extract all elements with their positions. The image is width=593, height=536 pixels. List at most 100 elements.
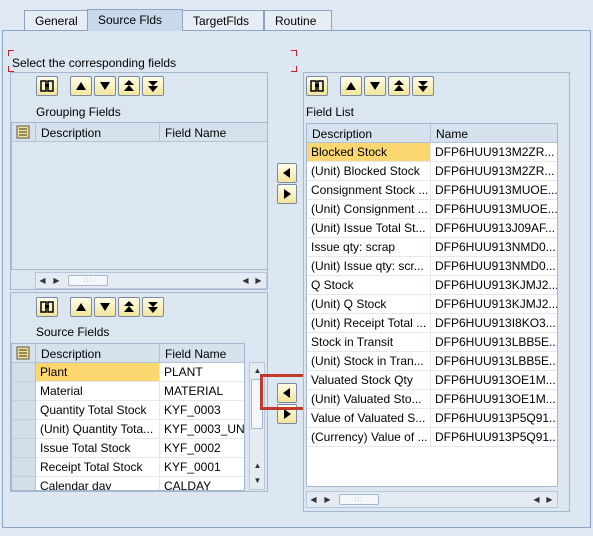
grouping-fields-grid: Description Field Name xyxy=(11,122,268,270)
grouping-col-field-name[interactable]: Field Name xyxy=(160,123,267,142)
table-row[interactable]: Stock in Transit DFP6HUU913LBB5E... xyxy=(307,333,557,352)
down-arrow-icon xyxy=(100,303,110,311)
row-selector[interactable] xyxy=(12,401,36,420)
source-col-description[interactable]: Description xyxy=(36,344,160,363)
table-row[interactable]: Blocked Stock DFP6HUU913M2ZR... xyxy=(307,143,557,162)
table-row[interactable]: Q Stock DFP6HUU913KJMJ2... xyxy=(307,276,557,295)
table-row[interactable]: Material MATERIAL xyxy=(12,382,244,401)
source-field-name: KYF_0003_UNI xyxy=(160,420,244,439)
table-row[interactable]: (Unit) Receipt Total ... DFP6HUU913I8KO3.… xyxy=(307,314,557,333)
scroll-left-icon[interactable]: ◀ xyxy=(307,493,320,506)
table-row[interactable]: (Unit) Valuated Sto... DFP6HUU913OE1M... xyxy=(307,390,557,409)
fieldlist-name: DFP6HUU913LBB5E... xyxy=(431,352,557,371)
find-button[interactable] xyxy=(36,297,58,317)
tab-routine[interactable]: Routine xyxy=(264,10,332,31)
row-selector[interactable] xyxy=(12,458,36,477)
last-page-button[interactable] xyxy=(142,76,164,96)
scroll-right-icon[interactable]: ▶ xyxy=(50,274,63,287)
row-selector[interactable] xyxy=(12,420,36,439)
fieldlist-description: Issue qty: scrap xyxy=(307,238,431,257)
fieldlist-name: DFP6HUU913P5Q91... xyxy=(431,428,557,447)
table-row[interactable]: Issue Total Stock KYF_0002 xyxy=(12,439,244,458)
scroll-thumb[interactable]: ::: xyxy=(339,494,379,505)
table-row[interactable]: (Unit) Issue qty: scr... DFP6HUU913NMD0..… xyxy=(307,257,557,276)
next-page-button[interactable] xyxy=(118,297,140,317)
fieldlist-col-name[interactable]: Name xyxy=(431,124,557,143)
last-page-button[interactable] xyxy=(142,297,164,317)
table-row[interactable]: (Unit) Q Stock DFP6HUU913KJMJ2... xyxy=(307,295,557,314)
table-row[interactable]: Valuated Stock Qty DFP6HUU913OE1M... xyxy=(307,371,557,390)
scroll-left-icon[interactable]: ◀ xyxy=(36,274,49,287)
move-right-button[interactable] xyxy=(277,184,297,204)
fieldlist-description: Stock in Transit xyxy=(307,333,431,352)
previous-page-button[interactable] xyxy=(94,76,116,96)
grouping-select-all[interactable] xyxy=(12,123,36,142)
scroll-right-icon[interactable]: ▶ xyxy=(252,274,265,287)
scroll-left-icon[interactable]: ◀ xyxy=(239,274,252,287)
table-row[interactable]: Calendar day CALDAY xyxy=(12,477,244,490)
fieldlist-description: (Unit) Issue Total St... xyxy=(307,219,431,238)
table-row[interactable]: Issue qty: scrap DFP6HUU913NMD0... xyxy=(307,238,557,257)
find-icon xyxy=(40,80,54,92)
first-page-button[interactable] xyxy=(70,76,92,96)
scroll-up-icon[interactable]: ▲ xyxy=(251,459,264,472)
tab-source-flds[interactable]: Source Flds xyxy=(87,9,183,31)
select-all-icon xyxy=(16,346,30,360)
source-description: Issue Total Stock xyxy=(36,439,160,458)
table-row[interactable]: Value of Valuated S... DFP6HUU913P5Q91... xyxy=(307,409,557,428)
scroll-left-icon[interactable]: ◀ xyxy=(530,493,543,506)
next-page-button[interactable] xyxy=(118,76,140,96)
table-row[interactable]: (Unit) Consignment ... DFP6HUU913MUOE... xyxy=(307,200,557,219)
find-button[interactable] xyxy=(36,76,58,96)
table-row[interactable]: (Unit) Stock in Tran... DFP6HUU913LBB5E..… xyxy=(307,352,557,371)
last-page-button[interactable] xyxy=(412,76,434,96)
fieldlist-horizontal-scrollbar[interactable]: ◀ ▶ ::: ◀ ▶ xyxy=(306,491,558,508)
fieldlist-description: (Unit) Q Stock xyxy=(307,295,431,314)
row-selector[interactable] xyxy=(12,477,36,490)
find-button[interactable] xyxy=(306,76,328,96)
scroll-down-icon[interactable]: ▼ xyxy=(251,474,264,487)
double-up-icon xyxy=(124,80,134,91)
table-row[interactable]: (Unit) Issue Total St... DFP6HUU913J09AF.… xyxy=(307,219,557,238)
first-page-button[interactable] xyxy=(70,297,92,317)
previous-page-button[interactable] xyxy=(364,76,386,96)
source-select-all[interactable] xyxy=(12,344,36,363)
move-left-button[interactable] xyxy=(277,163,297,183)
source-fields-title: Source Fields xyxy=(36,325,110,339)
fieldlist-description: (Unit) Stock in Tran... xyxy=(307,352,431,371)
fieldlist-description: (Unit) Consignment ... xyxy=(307,200,431,219)
scroll-right-icon[interactable]: ▶ xyxy=(543,493,556,506)
first-page-button[interactable] xyxy=(340,76,362,96)
scroll-thumb[interactable]: ::: xyxy=(68,275,108,286)
scroll-right-icon[interactable]: ▶ xyxy=(321,493,334,506)
table-row[interactable]: (Unit) Blocked Stock DFP6HUU913M2ZR... xyxy=(307,162,557,181)
table-row[interactable]: Plant PLANT xyxy=(12,363,244,382)
fieldlist-name: DFP6HUU913KJMJ2... xyxy=(431,276,557,295)
table-row[interactable]: (Unit) Quantity Tota... KYF_0003_UNI xyxy=(12,420,244,439)
grouping-horizontal-scrollbar[interactable]: ◀ ▶ ::: ◀ ▶ xyxy=(35,272,267,289)
tab-source-flds-label: Source Flds xyxy=(98,13,163,27)
select-all-icon xyxy=(16,125,30,139)
row-selector[interactable] xyxy=(12,439,36,458)
table-row[interactable]: Consignment Stock ... DFP6HUU913MUOE... xyxy=(307,181,557,200)
table-row[interactable]: Receipt Total Stock KYF_0001 xyxy=(12,458,244,477)
fieldlist-col-description[interactable]: Description xyxy=(307,124,431,143)
tab-general[interactable]: General xyxy=(24,10,88,31)
table-row[interactable]: (Currency) Value of ... DFP6HUU913P5Q91..… xyxy=(307,428,557,447)
fieldlist-description: Value of Valuated S... xyxy=(307,409,431,428)
table-row[interactable]: Quantity Total Stock KYF_0003 xyxy=(12,401,244,420)
field-list-toolbar xyxy=(306,76,446,96)
source-col-field-name[interactable]: Field Name xyxy=(160,344,244,363)
previous-page-button[interactable] xyxy=(94,297,116,317)
row-selector[interactable] xyxy=(12,363,36,382)
tab-target-flds[interactable]: TargetFlds xyxy=(182,10,264,31)
double-down-icon xyxy=(148,302,158,313)
fieldlist-name: DFP6HUU913NMD0... xyxy=(431,238,557,257)
grouping-col-description[interactable]: Description xyxy=(36,123,160,142)
fieldlist-description: Blocked Stock xyxy=(307,143,431,162)
row-selector[interactable] xyxy=(12,382,36,401)
source-field-name: KYF_0001 xyxy=(160,458,244,477)
fieldlist-name: DFP6HUU913P5Q91... xyxy=(431,409,557,428)
next-page-button[interactable] xyxy=(388,76,410,96)
fieldlist-name: DFP6HUU913KJMJ2... xyxy=(431,295,557,314)
